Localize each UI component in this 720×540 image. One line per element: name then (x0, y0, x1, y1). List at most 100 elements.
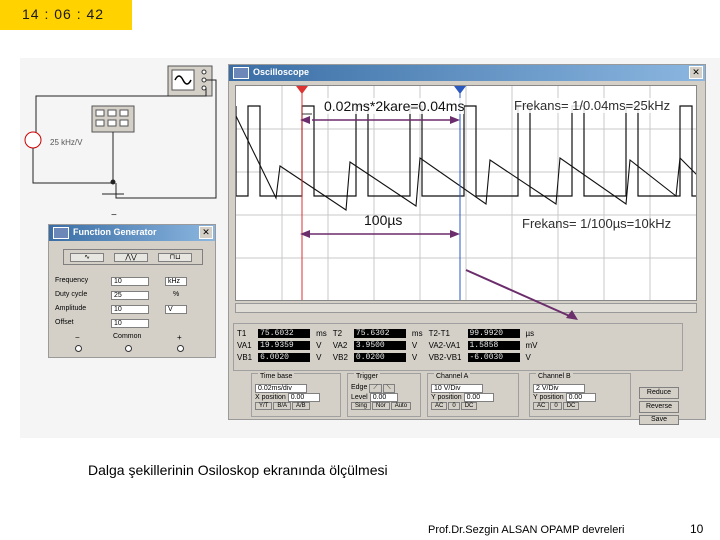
save-button[interactable]: Save (639, 415, 679, 425)
timebase-title: Time base (258, 373, 295, 380)
nor-button[interactable]: Nor (372, 402, 390, 410)
va2-value: 3.9500 (353, 341, 406, 350)
voltage-source-icon (24, 131, 42, 149)
channel-b-zero-button[interactable]: 0 (550, 402, 562, 410)
va2va1-unit: mV (525, 340, 538, 350)
frequency-row: Frequency 10 kHz (55, 277, 187, 287)
va2va1-value: 1.5858 (467, 341, 520, 350)
t2-label: T2 (332, 328, 343, 338)
oscilloscope-close-button[interactable]: ✕ (689, 66, 703, 79)
edge-rising-button[interactable]: ⟋ (369, 384, 382, 393)
clock-display: 14 : 06 : 42 (0, 0, 132, 30)
t1-unit: ms (316, 328, 327, 338)
ab-button[interactable]: A/B (292, 402, 310, 410)
duty-cycle-row: Duty cycle 25 % (55, 291, 179, 301)
channel-a-title: Channel A (434, 373, 471, 380)
amplitude-row: Amplitude 10 V (55, 305, 187, 315)
edge-falling-button[interactable]: ⟍ (382, 384, 395, 393)
channel-b-y-position-label: Y position (533, 394, 564, 401)
function-generator-window-icon (53, 227, 69, 239)
channel-b-group: Channel B 2 V/Div Y position 0.00 AC 0 DC (529, 373, 631, 417)
cursor-1-marker (296, 86, 308, 94)
vb2vb1-label: VB2-VB1 (428, 352, 462, 362)
page-number: 10 (690, 522, 704, 536)
function-generator-window: Function Generator ✕ ∿ ⋀⋁ ⊓⊔ Frequency 1… (48, 224, 216, 358)
t2-value: 75.6302 (353, 329, 406, 338)
frequency-saw-annotation: Frekans= 1/100µs=10kHz (522, 216, 672, 231)
va2-label: VA2 (332, 340, 348, 350)
triangle-wave-button[interactable]: ⋀⋁ (114, 253, 148, 262)
vb1-value: 6.0020 (258, 353, 311, 362)
common-terminal-label: Common (113, 333, 142, 340)
amplitude-field[interactable]: 10 (111, 305, 149, 314)
sine-wave-button[interactable]: ∿ (70, 253, 104, 262)
common-terminal-icon[interactable] (125, 345, 132, 352)
offset-field[interactable]: 10 (111, 319, 149, 328)
vb2-unit: V (411, 352, 418, 362)
vb1-label: VB1 (237, 352, 253, 362)
trigger-group: Trigger Edge ⟋ ⟍ Level 0.00 Sing Nor Auto (347, 373, 421, 417)
amplitude-label: Amplitude (55, 305, 87, 312)
t2-unit: ms (411, 328, 423, 338)
channel-a-dc-button[interactable]: DC (460, 402, 478, 410)
pointer-arrow (465, 269, 578, 320)
channel-a-zero-button[interactable]: 0 (448, 402, 460, 410)
trigger-title: Trigger (354, 373, 380, 380)
sing-button[interactable]: Sing (351, 402, 372, 410)
channel-b-y-position-field[interactable]: 0.00 (565, 393, 596, 402)
va1-value: 19.9359 (258, 341, 311, 350)
vb2-label: VB2 (332, 352, 348, 362)
minus-terminal-icon[interactable] (75, 345, 82, 352)
edge-label: Edge (351, 384, 368, 391)
va1-unit: V (316, 340, 322, 350)
channel-a-y-position-field[interactable]: 0.00 (463, 393, 494, 402)
period-square-annotation: 0.02ms*2kare=0.04ms (324, 98, 465, 114)
oscilloscope-title: Oscilloscope (253, 67, 310, 77)
period-saw-annotation: 100µs (364, 212, 403, 228)
channel-a-scale-field[interactable]: 10 V/Div (431, 384, 483, 393)
measurement-panel: T1 75.6032 ms T2 75.6302 ms T2-T1 99.992… (233, 323, 683, 371)
auto-button[interactable]: Auto (390, 402, 412, 410)
svg-text:−: − (111, 210, 117, 221)
offset-row: Offset 10 (55, 319, 149, 329)
channel-b-title: Channel B (536, 373, 573, 380)
frequency-unit-field[interactable]: kHz (165, 277, 187, 286)
vb2vb1-unit: V (525, 352, 531, 362)
amplitude-unit-field[interactable]: V (165, 305, 187, 314)
channel-a-ac-button[interactable]: AC (431, 402, 448, 410)
frequency-field[interactable]: 10 (111, 277, 149, 286)
channel-b-ac-button[interactable]: AC (533, 402, 550, 410)
t2t1-label: T2-T1 (428, 328, 450, 338)
square-wave-button[interactable]: ⊓⊔ (158, 253, 192, 262)
yt-button[interactable]: Y/T (255, 402, 273, 410)
t2t1-value: 99.9920 (467, 329, 520, 338)
ba-button[interactable]: B/A (273, 402, 292, 410)
t1-value: 75.6032 (258, 329, 311, 338)
duty-cycle-unit: % (173, 291, 180, 298)
oscilloscope-titlebar[interactable]: Oscilloscope (229, 65, 705, 81)
x-position-label: X position (255, 394, 286, 401)
va2-unit: V (411, 340, 418, 350)
level-field[interactable]: 0.00 (369, 393, 398, 402)
frequency-square-annotation: Frekans= 1/0.04ms=25kHz (514, 98, 671, 113)
source-label: 25 kHz/V (50, 138, 83, 147)
plus-terminal-icon[interactable] (177, 345, 184, 352)
va1-label: VA1 (237, 340, 252, 350)
vb2vb1-value: -6.0030 (467, 353, 520, 362)
vb2-value: 0.0200 (353, 353, 406, 362)
channel-b-scale-field[interactable]: 2 V/Div (533, 384, 585, 393)
offset-label: Offset (55, 319, 74, 326)
reverse-button[interactable]: Reverse (639, 401, 679, 413)
function-generator-titlebar[interactable]: Function Generator (49, 225, 215, 241)
slide-caption: Dalga şekillerinin Osiloskop ekranında ö… (88, 462, 388, 478)
x-position-field[interactable]: 0.00 (287, 393, 320, 402)
timebase-scale-field[interactable]: 0.02ms/div (255, 384, 307, 393)
channel-a-group: Channel A 10 V/Div Y position 0.00 AC 0 DC (427, 373, 519, 417)
frequency-label: Frequency (55, 277, 89, 284)
function-generator-close-button[interactable]: ✕ (199, 226, 213, 239)
reduce-button[interactable]: Reduce (639, 387, 679, 399)
channel-b-dc-button[interactable]: DC (562, 402, 580, 410)
plus-terminal-label: + (177, 333, 182, 342)
duty-cycle-field[interactable]: 25 (111, 291, 149, 300)
t2t1-unit: µs (525, 328, 535, 338)
